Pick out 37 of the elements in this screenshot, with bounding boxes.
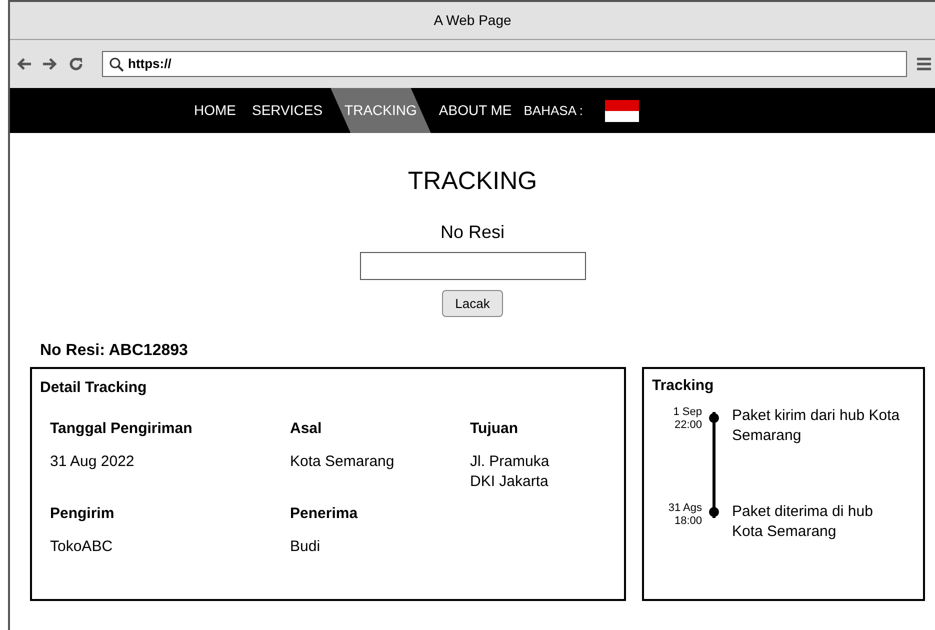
field-value: TokoABC [50, 537, 114, 557]
page-title: TRACKING [408, 166, 538, 197]
language-label: BAHASA : [524, 102, 584, 120]
field-value: Budi [290, 537, 322, 557]
nav-link[interactable]: HOME [186, 88, 244, 133]
field-label: Asal [290, 418, 323, 438]
back-icon[interactable] [16, 57, 32, 71]
forward-icon[interactable] [42, 57, 58, 71]
event-text: Paket kirim dari hub Kota Semarang [732, 406, 901, 446]
resi-input[interactable] [360, 252, 586, 280]
field-value: 31 Aug 2022 [50, 452, 136, 472]
event-time: 22:00 [673, 419, 702, 433]
event-text: Paket diterima di hub Kota Semarang [732, 502, 874, 542]
panel-title: Detail Tracking [40, 378, 148, 398]
field-value: DKI Jakarta [470, 472, 550, 492]
window-title: A Web Page [434, 11, 512, 30]
field-label: Tanggal Pengiriman [50, 418, 194, 438]
address-bar[interactable]: https:// [102, 51, 907, 77]
flag-icon[interactable] [605, 100, 640, 122]
event-date: 31 Ags [667, 502, 702, 516]
field-label: Pengirim [50, 504, 116, 524]
field-label: Penerima [290, 504, 359, 524]
lacak-button[interactable]: Lacak [442, 290, 503, 317]
nav-link[interactable]: TRACKING [330, 88, 431, 133]
event-time: 18:00 [673, 515, 702, 529]
nav-link[interactable]: ABOUT ME [430, 88, 520, 133]
field-label: No Resi [440, 220, 505, 244]
search-icon [109, 56, 124, 72]
field-value: Kota Semarang [290, 452, 396, 472]
panel-title: Tracking [652, 376, 715, 396]
reload-icon[interactable] [68, 56, 84, 72]
nav-link[interactable]: SERVICES [244, 88, 331, 133]
field-value: Jl. Pramuka [470, 452, 550, 472]
event-date: 1 Sep [672, 406, 702, 420]
resi-heading: No Resi: ABC12893 [40, 341, 189, 361]
field-label: Tujuan [470, 418, 520, 438]
menu-icon[interactable] [917, 56, 931, 72]
